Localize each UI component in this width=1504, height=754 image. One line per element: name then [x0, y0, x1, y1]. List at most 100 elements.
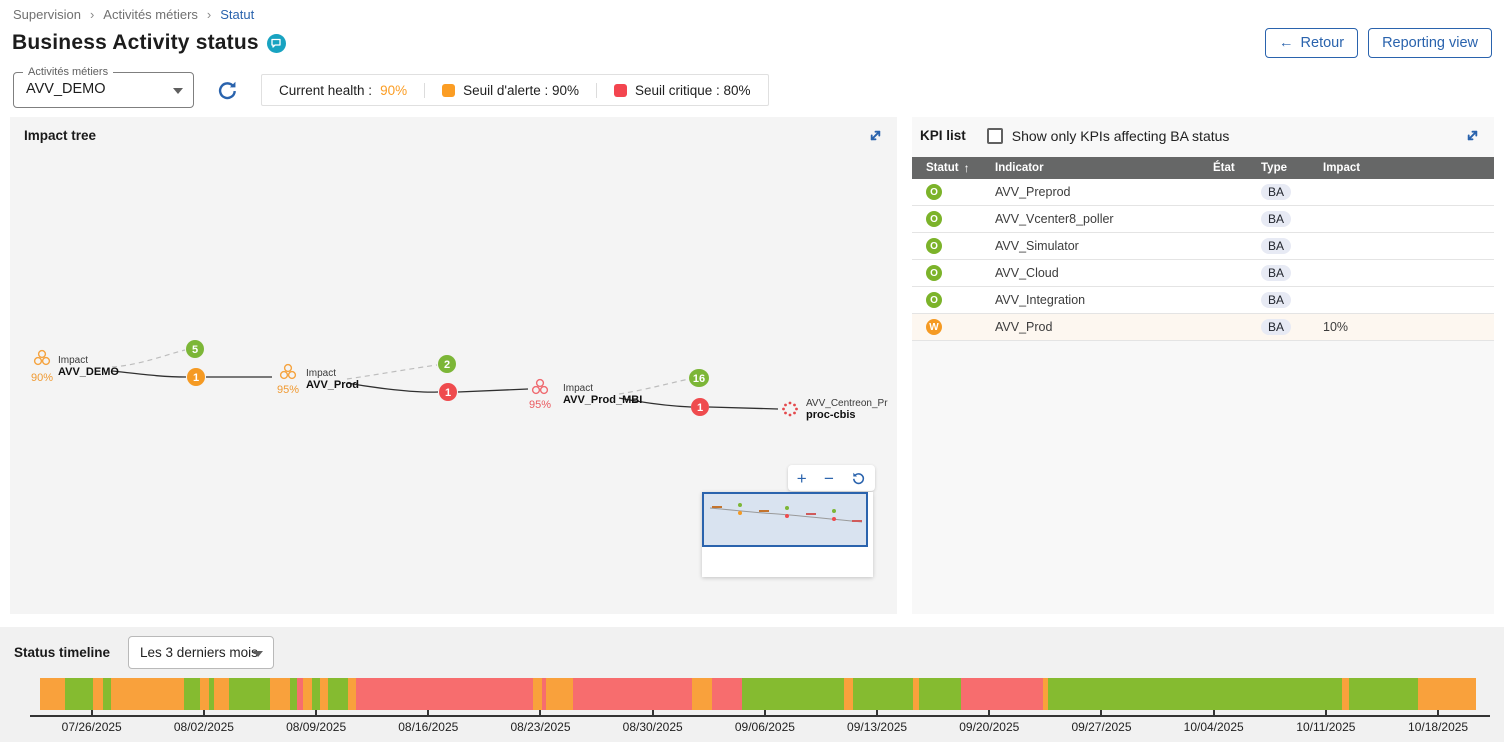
timeline-segment-warning[interactable] — [844, 678, 853, 710]
kpi-type-chip: BA — [1261, 265, 1291, 281]
timeline-segment-ok[interactable] — [184, 678, 200, 710]
zoom-reset-button[interactable] — [851, 471, 866, 486]
column-header-impact[interactable]: Impact — [1309, 162, 1494, 174]
timeline-segment-warning[interactable] — [1342, 678, 1349, 710]
refresh-button[interactable] — [216, 79, 239, 102]
page-header: Business Activity status ← Retour Report… — [0, 22, 1504, 58]
status-badge: O — [926, 211, 942, 227]
axis-tick — [1325, 710, 1327, 715]
kpi-row[interactable]: OAVV_PreprodBA — [912, 179, 1494, 206]
zoom-out-button[interactable]: − — [824, 470, 834, 487]
timeline-segment-ok[interactable] — [103, 678, 111, 710]
tree-edge — [112, 371, 186, 377]
kpi-status-cell: O — [912, 238, 981, 255]
business-activity-select[interactable]: Activités métiers AVV_DEMO — [13, 72, 194, 108]
kpi-list-expand-button[interactable] — [1463, 126, 1482, 145]
refresh-icon — [216, 79, 239, 102]
tree-badge-critical[interactable]: 1 — [439, 383, 457, 401]
column-header-type[interactable]: Type — [1247, 162, 1309, 174]
timeline-segment-ok[interactable] — [742, 678, 843, 710]
breadcrumb-supervision[interactable]: Supervision — [13, 7, 81, 22]
timeline-segment-warning[interactable] — [1418, 678, 1476, 710]
zoom-in-button[interactable]: + — [797, 470, 807, 487]
svg-text:16: 16 — [693, 373, 705, 385]
timeline-segment-warning[interactable] — [111, 678, 184, 710]
timeline-segment-warning[interactable] — [270, 678, 290, 710]
tree-badge-critical[interactable]: 1 — [691, 398, 709, 416]
breadcrumb-activites-metiers[interactable]: Activités métiers — [103, 7, 198, 22]
tree-minimap[interactable] — [702, 492, 873, 577]
timeline-segment-ok[interactable] — [312, 678, 320, 710]
kpi-row[interactable]: OAVV_CloudBA — [912, 260, 1494, 287]
timeline-segment-warning[interactable] — [303, 678, 312, 710]
column-header-etat[interactable]: État — [1199, 162, 1247, 174]
tree-node-proc-cbis[interactable]: AVV_Centreon_Pr proc-cbis — [782, 398, 888, 421]
timeline-segment-warning[interactable] — [200, 678, 209, 710]
timeline-segment-warning[interactable] — [40, 678, 65, 710]
timeline-segment-ok[interactable] — [229, 678, 270, 710]
kpi-row[interactable]: OAVV_Vcenter8_pollerBA — [912, 206, 1494, 233]
tree-node-avv-demo[interactable]: 90% Impact AVV_DEMO — [31, 351, 119, 384]
timeline-segment-warning[interactable] — [214, 678, 229, 710]
show-only-kpis-checkbox[interactable] — [987, 128, 1003, 144]
timeline-date-label: 08/09/2025 — [286, 720, 346, 734]
kpi-type-chip: BA — [1261, 184, 1291, 200]
timeline-segment-ok[interactable] — [328, 678, 348, 710]
timeline-segment-ok[interactable] — [65, 678, 93, 710]
tree-badge-ok[interactable]: 16 — [689, 369, 709, 387]
svg-text:1: 1 — [697, 402, 703, 414]
timeline-segment-warning[interactable] — [546, 678, 573, 710]
timeline-segment-ok[interactable] — [919, 678, 961, 710]
timeline-segment-ok[interactable] — [290, 678, 297, 710]
axis-tick — [764, 710, 766, 715]
timeline-segment-warning[interactable] — [692, 678, 712, 710]
kpi-type-cell: BA — [1247, 319, 1309, 335]
kpi-list-title: KPI list — [920, 128, 966, 143]
timeline-segment-warning[interactable] — [533, 678, 542, 710]
timeline-date-label: 09/20/2025 — [959, 720, 1019, 734]
timeline-date-labels: 07/26/202508/02/202508/09/202508/16/2025… — [40, 720, 1476, 736]
timeline-segment-critical[interactable] — [356, 678, 533, 710]
timeline-segment-critical[interactable] — [712, 678, 742, 710]
period-value: Les 3 derniers mois — [140, 645, 258, 660]
comment-bubble-icon[interactable] — [267, 34, 286, 53]
timeline-period-select[interactable]: Les 3 derniers mois — [128, 636, 274, 669]
timeline-segment-critical[interactable] — [961, 678, 1043, 710]
tree-badge-warning[interactable]: 1 — [187, 368, 205, 386]
kpi-indicator: AVV_Integration — [981, 293, 1199, 307]
tree-badge-ok[interactable]: 2 — [438, 355, 456, 373]
timeline-date-label: 08/02/2025 — [174, 720, 234, 734]
axis-tick — [1213, 710, 1215, 715]
tree-node-avv-prod-mbi[interactable]: 95% Impact AVV_Prod_MBI — [529, 380, 642, 411]
timeline-segment-ok[interactable] — [1048, 678, 1342, 710]
timeline-segment-ok[interactable] — [1349, 678, 1418, 710]
column-header-indicator[interactable]: Indicator — [981, 162, 1199, 174]
status-timeline-title: Status timeline — [14, 645, 110, 660]
column-header-statut[interactable]: Statut ↑ — [912, 161, 981, 175]
svg-text:5: 5 — [192, 344, 198, 356]
page-title: Business Activity status — [12, 31, 259, 55]
axis-tick — [876, 710, 878, 715]
timeline-segment-warning[interactable] — [93, 678, 103, 710]
timeline-segment-warning[interactable] — [348, 678, 356, 710]
timeline-date-label: 10/11/2025 — [1296, 720, 1355, 734]
timeline-segment-critical[interactable] — [573, 678, 692, 710]
minimap-viewport[interactable] — [702, 492, 868, 547]
kpi-indicator: AVV_Vcenter8_poller — [981, 212, 1199, 226]
timeline-segment-warning[interactable] — [320, 678, 328, 710]
kpi-row[interactable]: WAVV_ProdBA10% — [912, 314, 1494, 341]
reporting-view-button[interactable]: Reporting view — [1368, 28, 1492, 58]
kpi-indicator: AVV_Prod — [981, 320, 1199, 334]
timeline-segment-ok[interactable] — [853, 678, 913, 710]
back-button[interactable]: ← Retour — [1265, 28, 1358, 58]
cluster-icon — [35, 351, 50, 365]
critical-square-icon — [614, 84, 627, 97]
kpi-row[interactable]: OAVV_IntegrationBA — [912, 287, 1494, 314]
tree-node-avv-prod[interactable]: 95% Impact AVV_Prod — [277, 365, 359, 396]
tree-badge-ok[interactable]: 5 — [186, 340, 204, 358]
svg-text:1: 1 — [445, 387, 451, 399]
breadcrumb-statut[interactable]: Statut — [220, 7, 254, 22]
controls-row: Activités métiers AVV_DEMO Current healt… — [0, 58, 1504, 108]
kpi-row[interactable]: OAVV_SimulatorBA — [912, 233, 1494, 260]
kpi-status-cell: W — [912, 319, 981, 336]
